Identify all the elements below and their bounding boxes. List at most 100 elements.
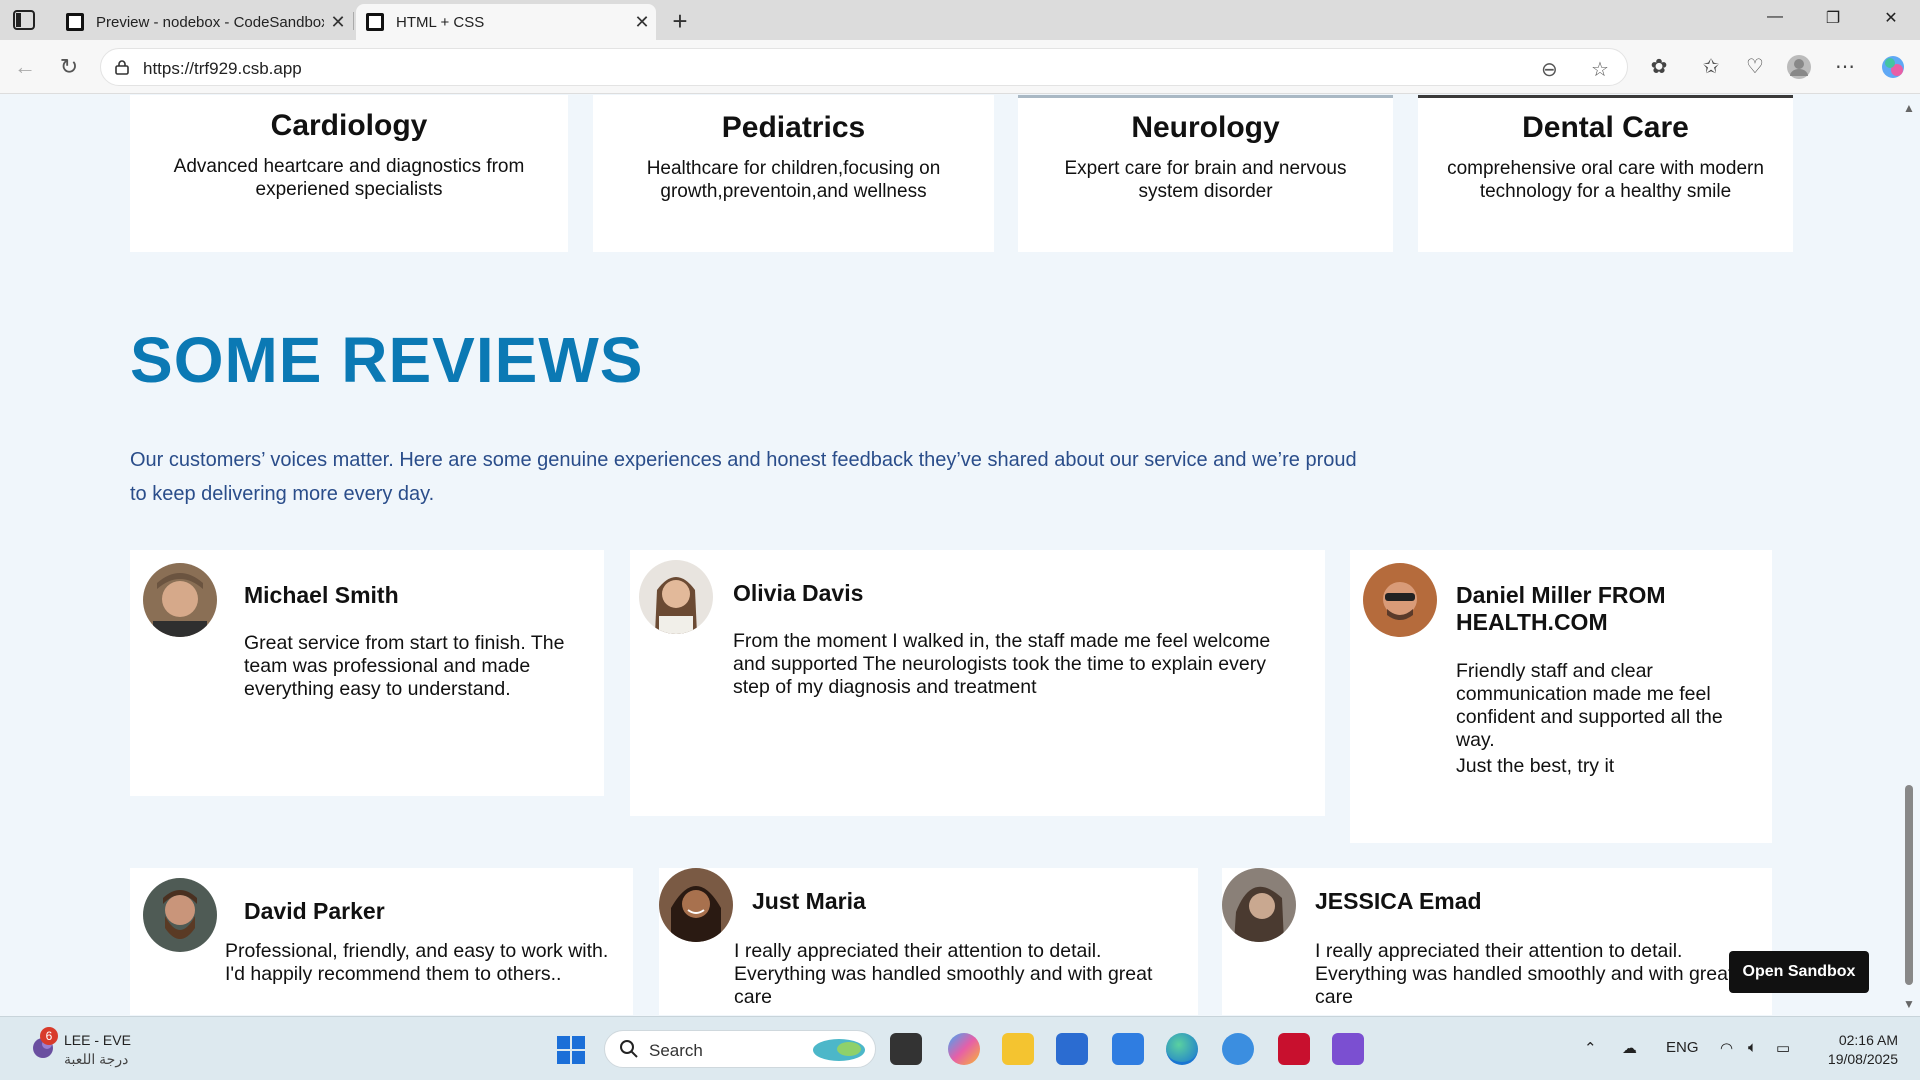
restore-icon[interactable]: ❐ [1810, 8, 1856, 32]
minimize-icon[interactable]: — [1752, 8, 1798, 32]
close-tab-icon[interactable]: ✕ [324, 12, 352, 33]
edge-icon[interactable] [1166, 1033, 1198, 1065]
service-description: comprehensive oral care with modern tech… [1447, 158, 1764, 202]
more-menu-icon[interactable]: ⋯ [1832, 54, 1858, 80]
scrollbar-thumb[interactable] [1905, 785, 1913, 985]
copilot-app-icon[interactable] [948, 1033, 980, 1065]
reviews-heading: SOME REVIEWS [130, 324, 644, 396]
service-title: Dental Care [1522, 111, 1689, 144]
reviewer-name: Just Maria [752, 888, 866, 914]
avatar [659, 868, 733, 942]
back-icon[interactable]: ← [12, 54, 38, 80]
review-card-jessica-emad: JESSICA Emad I really appreciated their … [1222, 868, 1772, 1015]
notification-badge: 6 [40, 1027, 58, 1045]
tab-preview[interactable]: Preview - nodebox - CodeSandbox ✕ [56, 4, 352, 40]
avatar [1222, 868, 1296, 942]
browser-toolbar: ← ↻ https://trf929.csb.app ⊖ ☆ ✿ ✩ ♡ ⋯ [0, 40, 1920, 94]
wifi-icon[interactable]: ◠ [1720, 1039, 1733, 1057]
volume-icon[interactable]: 🔈︎ [1748, 1039, 1757, 1056]
widget-subtitle: درجة اللعبة [64, 1051, 129, 1067]
tab-html-css[interactable]: HTML + CSS ✕ [356, 4, 656, 40]
review-text: Great service from start to finish. The … [244, 632, 565, 700]
service-card-cardiology: Cardiology Advanced heartcare and diagno… [130, 95, 568, 252]
reviewer-name: Olivia Davis [733, 580, 864, 606]
extensions-icon[interactable]: ✿ [1646, 54, 1672, 80]
review-text: From the moment I walked in, the staff m… [733, 630, 1271, 698]
service-title: Cardiology [270, 109, 428, 142]
service-title: Neurology [1131, 111, 1280, 144]
avatar [639, 560, 713, 634]
file-explorer-icon[interactable] [1002, 1033, 1034, 1065]
review-card-olivia-davis: Olivia Davis From the moment I walked in… [630, 550, 1325, 816]
page-scrollbar[interactable]: ▲ ▼ [1898, 95, 1920, 1015]
clock-date: 19/08/2025 [1827, 1051, 1898, 1067]
service-card-pediatrics: Pediatrics Healthcare for children,focus… [593, 95, 994, 252]
task-view-icon[interactable] [890, 1033, 922, 1065]
service-title: Pediatrics [721, 111, 866, 144]
new-tab-icon[interactable]: + [664, 6, 696, 37]
windows-start-icon[interactable] [556, 1035, 586, 1065]
reviewer-name: David Parker [244, 898, 385, 924]
codesandbox-icon [66, 13, 84, 31]
tab-divider [353, 12, 354, 30]
reload-icon[interactable]: ↻ [56, 54, 82, 80]
service-description: Advanced heartcare and diagnostics from … [173, 156, 525, 200]
service-description: Expert care for brain and nervous system… [1064, 158, 1347, 202]
card-image-edge [1018, 95, 1393, 98]
show-hidden-icons-icon[interactable]: ⌃ [1584, 1039, 1597, 1057]
microsoft-store-icon[interactable] [1056, 1033, 1088, 1065]
widget-title[interactable]: LEE - EVE [64, 1032, 131, 1048]
review-card-michael-smith: Michael Smith Great service from start t… [130, 550, 604, 796]
reviewer-name: JESSICA Emad [1315, 888, 1482, 914]
system-clock[interactable]: 02:16 AM 19/08/2025 [1818, 1031, 1898, 1069]
review-card-just-maria: Just Maria I really appreciated their at… [659, 868, 1198, 1015]
reading-mode-icon[interactable]: ⊖ [1541, 57, 1558, 82]
review-text-extra: Just the best, try it [1456, 755, 1615, 777]
favorite-star-icon[interactable]: ☆ [1591, 57, 1609, 82]
review-text: Friendly staff and clear communication m… [1456, 660, 1723, 751]
address-bar[interactable]: https://trf929.csb.app ⊖ ☆ [100, 48, 1628, 86]
visual-studio-icon[interactable] [1332, 1033, 1364, 1065]
help-icon[interactable] [1222, 1033, 1254, 1065]
review-card-daniel-miller: Daniel Miller FROM HEALTH.COM Friendly s… [1350, 550, 1772, 843]
myhp-icon[interactable] [1112, 1033, 1144, 1065]
clock-time: 02:16 AM [1838, 1032, 1898, 1048]
codesandbox-icon [366, 13, 384, 31]
review-text: I really appreciated their attention to … [734, 940, 1153, 1008]
sidebar-toggle-icon[interactable] [12, 9, 36, 31]
service-card-dental-care: Dental Care comprehensive oral care with… [1418, 95, 1793, 252]
avatar [143, 563, 217, 637]
reviews-intro: Our customers’ voices matter. Here are s… [130, 449, 1357, 505]
service-card-neurology: Neurology Expert care for brain and nerv… [1018, 95, 1393, 252]
profile-avatar-icon[interactable] [1786, 54, 1812, 80]
search-label: Search [649, 1041, 703, 1060]
close-tab-icon[interactable]: ✕ [628, 12, 656, 33]
scroll-up-icon[interactable]: ▲ [1903, 101, 1915, 115]
browser-essentials-icon[interactable]: ♡ [1742, 54, 1768, 80]
windows-taskbar: 6 LEE - EVE درجة اللعبة Search ⌃ ☁ ENG ◠… [0, 1016, 1920, 1080]
reviewer-name: Michael Smith [244, 582, 399, 608]
url-text: https://trf929.csb.app [143, 59, 302, 78]
review-text: I really appreciated their attention to … [1315, 940, 1734, 1008]
onedrive-offline-icon[interactable]: ☁ [1622, 1039, 1637, 1057]
copilot-icon[interactable] [1880, 54, 1906, 80]
open-sandbox-button[interactable]: Open Sandbox [1729, 951, 1869, 993]
language-indicator[interactable]: ENG [1666, 1039, 1699, 1056]
search-icon [620, 1040, 638, 1058]
browser-tab-strip: Preview - nodebox - CodeSandbox ✕ HTML +… [0, 0, 1920, 40]
mcafee-icon[interactable] [1278, 1033, 1310, 1065]
tab-title: HTML + CSS [396, 13, 485, 31]
reviewer-name: Daniel Miller FROM HEALTH.COM [1456, 582, 1666, 635]
favorites-icon[interactable]: ✩ [1698, 54, 1724, 80]
battery-icon[interactable]: ▭ [1776, 1039, 1790, 1057]
search-highlight-icon [813, 1039, 865, 1061]
taskbar-search[interactable]: Search [604, 1030, 876, 1068]
close-window-icon[interactable]: ✕ [1868, 8, 1914, 32]
review-card-david-parker: David Parker Professional, friendly, and… [130, 868, 633, 1015]
scroll-down-icon[interactable]: ▼ [1903, 997, 1915, 1011]
page-viewport: Cardiology Advanced heartcare and diagno… [0, 95, 1898, 1015]
lock-icon [115, 60, 129, 75]
review-text: Professional, friendly, and easy to work… [225, 940, 609, 985]
avatar [143, 878, 217, 952]
service-description: Healthcare for children,focusing on grow… [646, 158, 941, 202]
